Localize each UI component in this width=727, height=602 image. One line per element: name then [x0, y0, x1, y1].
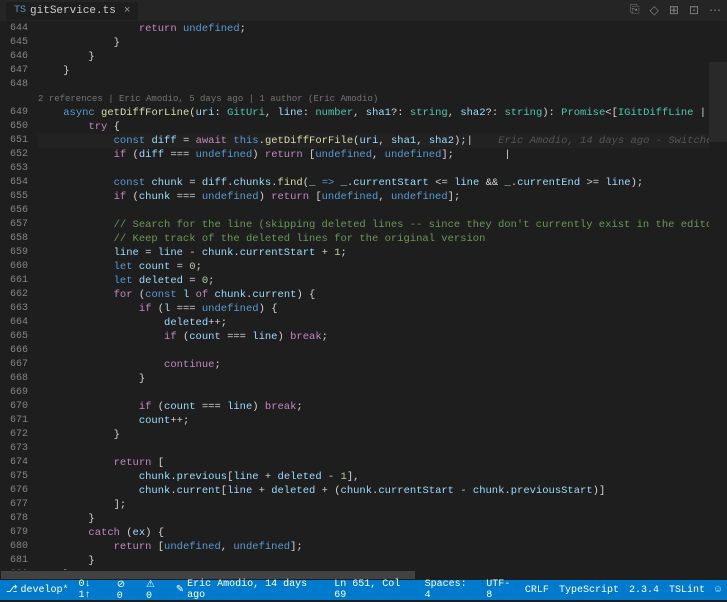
eol-status[interactable]: CRLF [525, 585, 549, 596]
code-line[interactable]: if (chunk === undefined) return [undefin… [38, 190, 727, 204]
code-line[interactable]: if (count === line) break; [38, 400, 727, 414]
code-line[interactable]: let deleted = 0; [38, 274, 727, 288]
code-line[interactable]: // Search for the line (skipping deleted… [38, 218, 727, 232]
titlebar-actions: ⎘ ◇ ⊞ ⊡ ⋯ [630, 3, 721, 18]
code-line[interactable]: if (diff === undefined) return [undefine… [38, 148, 727, 162]
encoding-status[interactable]: UTF-8 [486, 579, 515, 601]
code-line[interactable]: ]; [38, 498, 727, 512]
code-line[interactable]: const chunk = diff.chunks.find(_ => _.cu… [38, 176, 727, 190]
codelens[interactable]: 2 references | Eric Amodio, 5 days ago |… [38, 92, 727, 106]
code-line[interactable] [38, 386, 727, 400]
code-line[interactable]: chunk.current[line + deleted + (chunk.cu… [38, 484, 727, 498]
code-line[interactable]: } [38, 568, 727, 570]
language-status[interactable]: TypeScript [559, 585, 619, 596]
editor-tab[interactable]: TS gitService.ts × [6, 2, 138, 20]
code-line[interactable]: if (count === line) break; [38, 330, 727, 344]
tslint-status[interactable]: TSLint [669, 585, 705, 596]
typescript-icon: TS [14, 5, 26, 16]
code-line[interactable]: const diff = await this.getDiffForFile(u… [38, 134, 727, 148]
code-line[interactable]: deleted++; [38, 316, 727, 330]
code-line[interactable]: catch (ex) { [38, 526, 727, 540]
close-icon[interactable]: × [120, 5, 131, 17]
code-line[interactable]: } [38, 50, 727, 64]
code-line[interactable]: if (l === undefined) { [38, 302, 727, 316]
status-bar: ⎇ develop* 0↓ 1↑ ⊘ 0 ⚠ 0 ✎ Eric Amodio, … [0, 580, 727, 600]
feedback-icon[interactable]: ☺ [715, 585, 721, 596]
version-status[interactable]: 2.3.4 [629, 585, 659, 596]
code-line[interactable]: for (const l of chunk.current) { [38, 288, 727, 302]
code-line[interactable] [38, 204, 727, 218]
editor[interactable]: 6446456466476486496506516526536546556566… [0, 22, 727, 570]
code-line[interactable]: line = line - chunk.currentStart + 1; [38, 246, 727, 260]
code-line[interactable]: chunk.previous[line + deleted - 1], [38, 470, 727, 484]
titlebar: TS gitService.ts × ⎘ ◇ ⊞ ⊡ ⋯ [0, 0, 727, 22]
blame-status[interactable]: ✎ Eric Amodio, 14 days ago [176, 579, 325, 601]
code-line[interactable]: async getDiffForLine(uri: GitUri, line: … [38, 106, 727, 120]
code-line[interactable] [38, 442, 727, 456]
code-line[interactable]: continue; [38, 358, 727, 372]
split-icon[interactable]: ⎘ [630, 3, 640, 18]
indent-status[interactable]: Spaces: 4 [425, 579, 477, 601]
panel-icon[interactable]: ⊡ [689, 3, 699, 18]
code-line[interactable]: // Keep track of the deleted lines for t… [38, 232, 727, 246]
warning-count[interactable]: ⚠ 0 [146, 579, 166, 602]
code-line[interactable]: } [38, 428, 727, 442]
branch-indicator[interactable]: ⎇ develop* [6, 584, 69, 596]
minimap-thumb[interactable] [709, 62, 727, 142]
code-line[interactable] [38, 344, 727, 358]
code-line[interactable]: return [undefined, undefined]; [38, 540, 727, 554]
code-line[interactable]: try { [38, 120, 727, 134]
sync-status[interactable]: 0↓ 1↑ [79, 579, 107, 601]
code-line[interactable]: let count = 0; [38, 260, 727, 274]
error-count[interactable]: ⊘ 0 [117, 579, 136, 602]
code-line[interactable]: } [38, 372, 727, 386]
code-line[interactable]: } [38, 512, 727, 526]
tab-filename: gitService.ts [30, 5, 116, 17]
code-line[interactable]: } [38, 554, 727, 568]
line-gutter: 6446456466476486496506516526536546556566… [0, 22, 38, 570]
code-line[interactable]: } [38, 36, 727, 50]
code-line[interactable]: } [38, 64, 727, 78]
cursor-position[interactable]: Ln 651, Col 69 [334, 579, 414, 601]
code-line[interactable] [38, 78, 727, 92]
more-icon[interactable]: ⋯ [709, 3, 721, 18]
code-line[interactable] [38, 162, 727, 176]
code-line[interactable]: return undefined; [38, 22, 727, 36]
diff-icon[interactable]: ◇ [650, 3, 659, 18]
minimap[interactable] [709, 22, 727, 570]
code-line[interactable]: count++; [38, 414, 727, 428]
code-line[interactable]: return [ [38, 456, 727, 470]
code-area[interactable]: return undefined; } } } 2 references | Er… [38, 22, 727, 570]
layout-icon[interactable]: ⊞ [669, 3, 679, 18]
